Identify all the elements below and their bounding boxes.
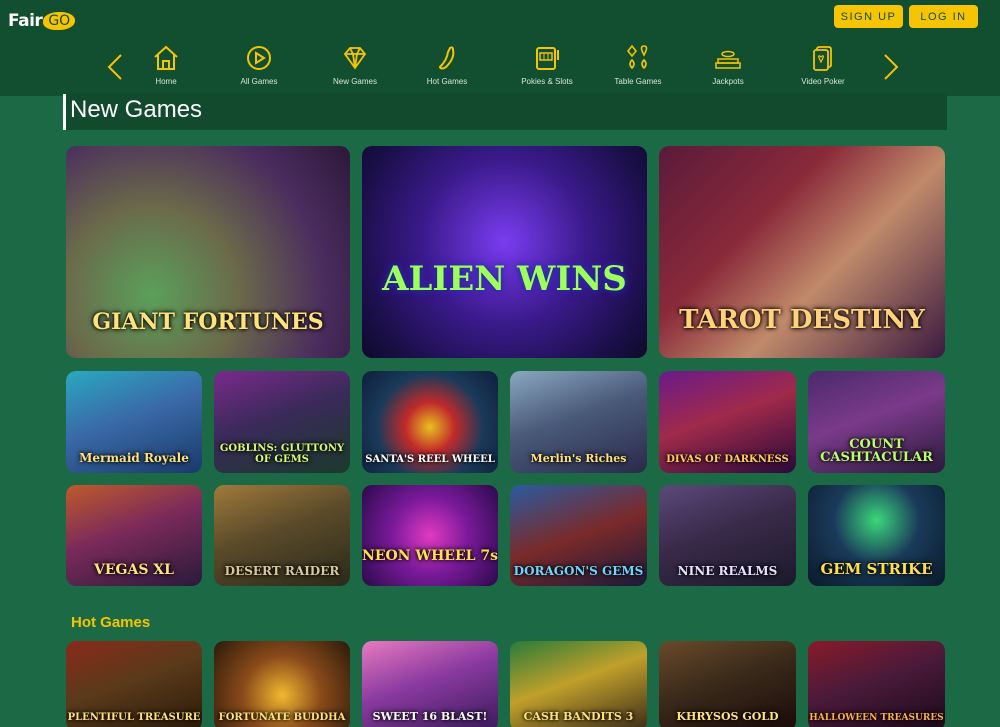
diamond-icon	[343, 47, 367, 70]
nav-item-hot-games[interactable]: Hot Games	[402, 42, 492, 86]
game-tile-plentiful-treasure[interactable]: PLENTIFUL TREASURE	[66, 641, 202, 727]
game-title: PLENTIFUL TREASURE	[67, 711, 201, 723]
log-in-button[interactable]: LOG IN	[909, 5, 978, 28]
game-title: SWEET 16 BLAST!	[372, 710, 488, 724]
sign-up-button[interactable]: SIGN UP	[834, 5, 903, 28]
auth-buttons: SIGN UP LOG IN	[834, 5, 978, 28]
game-category-nav: Home All Games New Games Hot Games Pokie…	[104, 42, 904, 92]
game-title: GIANT FORTUNES	[92, 308, 324, 335]
game-tile-count-cashtacular[interactable]: COUNT CASHTACULAR	[808, 371, 945, 473]
game-tile-sweet-16-blast[interactable]: SWEET 16 BLAST!	[362, 641, 498, 727]
home-icon	[154, 45, 178, 70]
nav-label: New Games	[332, 77, 377, 86]
game-tile-doragons-gems[interactable]: DORAGON'S GEMS	[510, 485, 647, 586]
coins-icon	[715, 50, 741, 69]
nav-item-all-games[interactable]: All Games	[214, 42, 304, 86]
cards-icon	[813, 46, 832, 71]
game-title: ALIEN WINS	[382, 259, 627, 300]
nav-item-home[interactable]: Home	[121, 42, 211, 86]
chevron-right-icon[interactable]	[880, 52, 902, 82]
nav-label: Home	[155, 77, 177, 86]
game-tile-vegas-xl[interactable]: VEGAS XL	[66, 485, 202, 586]
game-title: DORAGON'S GEMS	[513, 564, 644, 579]
new-games-header: New Games	[63, 94, 947, 130]
section-title: New Games	[70, 96, 203, 123]
game-title: DESERT RAIDER	[224, 564, 340, 579]
top-header: Fair GO casino SIGN UP LOG IN Home All Ga…	[0, 0, 1000, 96]
card-suits-icon	[626, 44, 648, 70]
game-tile-cash-bandits-3[interactable]: CASH BANDITS 3	[510, 641, 647, 727]
nav-item-video-poker[interactable]: Video Poker	[778, 42, 868, 86]
game-tile-nine-realms[interactable]: NINE REALMS	[659, 485, 796, 586]
game-tile-merlins-riches[interactable]: Merlin's Riches	[510, 371, 647, 473]
hot-games-title: Hot Games	[71, 614, 151, 631]
nav-label: Hot Games	[426, 77, 468, 86]
game-tile-fortunate-buddha[interactable]: FORTUNATE BUDDHA	[214, 641, 350, 727]
game-tile-goblins[interactable]: GOBLINS: GLUTTONY OF GEMS	[214, 371, 350, 473]
game-tile-halloween-treasures[interactable]: HALLOWEEN TREASURES	[808, 641, 945, 727]
game-title: KHRYSOS GOLD	[676, 710, 779, 724]
nav-item-new-games[interactable]: New Games	[310, 42, 400, 86]
game-tile-giant-fortunes[interactable]: GIANT FORTUNES	[66, 146, 350, 358]
game-tile-gem-strike[interactable]: GEM STRIKE	[808, 485, 945, 586]
game-title: NINE REALMS	[677, 564, 778, 579]
game-title: COUNT CASHTACULAR	[820, 436, 933, 466]
logo-text: Fair	[8, 11, 43, 31]
game-tile-mermaid-royale[interactable]: Mermaid Royale	[66, 371, 202, 473]
game-title: GEM STRIKE	[820, 560, 933, 579]
nav-label: Pokies & Slots	[521, 77, 573, 86]
slot-machine-icon	[536, 47, 559, 70]
nav-label: All Games	[240, 77, 278, 86]
game-tile-khrysos-gold[interactable]: KHRYSOS GOLD	[659, 641, 796, 727]
nav-item-table-games[interactable]: Table Games	[593, 42, 683, 86]
game-title: DIVAS OF DARKNESS	[666, 453, 789, 465]
game-title: VEGAS XL	[93, 562, 175, 579]
game-title: GOBLINS: GLUTTONY OF GEMS	[219, 443, 345, 465]
nav-label: Table Games	[614, 77, 662, 86]
chili-icon	[438, 46, 455, 70]
play-icon	[247, 46, 271, 70]
game-tile-neon-wheel-7s[interactable]: NEON WHEEL 7s	[362, 485, 498, 586]
game-tile-divas-of-darkness[interactable]: DIVAS OF DARKNESS	[659, 371, 796, 473]
nav-label: Video Poker	[801, 77, 845, 86]
game-tile-tarot-destiny[interactable]: TAROT DESTINY	[659, 146, 945, 358]
nav-label: Jackpots	[712, 77, 744, 86]
game-title: SANTA'S REEL WHEEL	[365, 453, 495, 465]
nav-item-jackpots[interactable]: Jackpots	[683, 42, 773, 86]
logo-subtext: casino	[48, 24, 68, 31]
game-title: Merlin's Riches	[530, 452, 627, 466]
game-tile-alien-wins[interactable]: ALIEN WINS	[362, 146, 647, 358]
game-title: Mermaid Royale	[79, 451, 189, 466]
game-tile-santas-reel-wheel[interactable]: SANTA'S REEL WHEEL	[362, 371, 498, 473]
game-title: FORTUNATE BUDDHA	[218, 711, 346, 723]
fairgo-logo[interactable]: Fair GO casino	[8, 6, 76, 36]
game-tile-desert-raider[interactable]: DESERT RAIDER	[214, 485, 350, 586]
game-title: HALLOWEEN TREASURES	[809, 712, 944, 723]
game-title: CASH BANDITS 3	[523, 710, 634, 724]
game-title: NEON WHEEL 7s	[362, 548, 498, 565]
game-title: TAROT DESTINY	[679, 304, 925, 335]
nav-item-pokies-slots[interactable]: Pokies & Slots	[502, 42, 592, 86]
